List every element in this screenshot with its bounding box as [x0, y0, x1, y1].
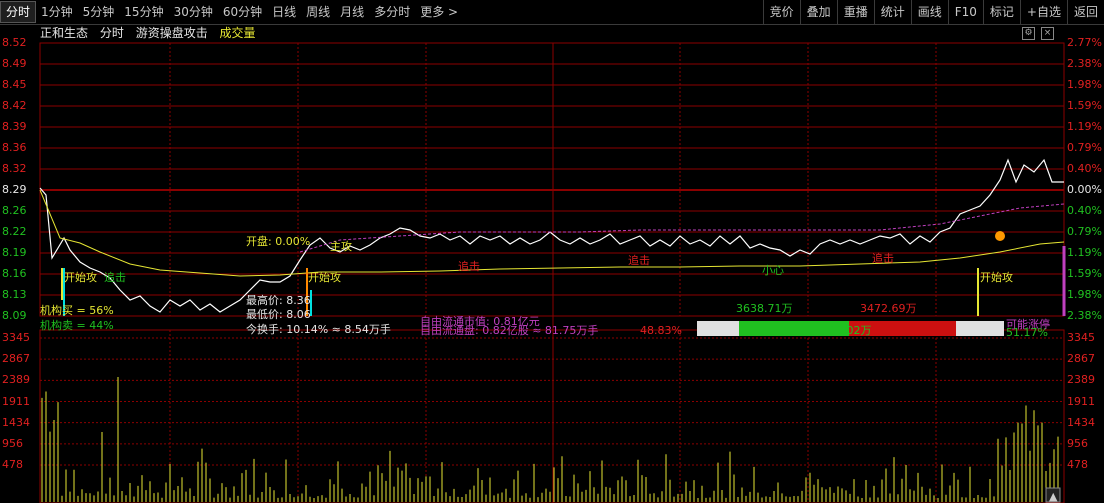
inst-sell-label: 机构卖 = 44% [40, 319, 114, 332]
chase-overlap-label: 追击 [104, 271, 126, 284]
right-tick-label: 1.59% [1067, 267, 1102, 280]
volume-tick-label: 3345 [2, 331, 30, 344]
left-tick-label: 8.29 [2, 183, 27, 196]
inst-buy-label: 机构买 = 56% [40, 304, 114, 317]
limit-pct-label: 51.17% [1006, 326, 1048, 339]
left-tick-label: 8.45 [2, 78, 27, 91]
low-label: 最低价: 8.06 [246, 308, 311, 321]
volume-tick-label: 1911 [2, 394, 30, 408]
volume-tick-label: 956 [2, 436, 23, 450]
buy-amount-label: 3638.71万 [736, 302, 793, 315]
sell-amount-label: 3472.69万 [860, 302, 917, 315]
volume-tick-label: 1911 [1067, 394, 1095, 408]
left-tick-label: 8.52 [2, 36, 27, 49]
volume-tick-label: 2389 [1067, 373, 1095, 387]
right-tick-label: 2.38% [1067, 57, 1102, 70]
left-tick-label: 8.49 [2, 57, 27, 70]
main-attack-label: 主攻 [330, 240, 352, 253]
free-float-label: 自由流通盘: 0.82亿股 ≈ 81.75万手 [420, 324, 599, 337]
left-tick-label: 8.13 [2, 288, 27, 301]
volume-tick-label: 2867 [1067, 352, 1095, 366]
right-tick-label: 1.98% [1067, 78, 1102, 91]
left-tick-label: 8.22 [2, 225, 27, 238]
volume-tick-label: 2867 [2, 352, 30, 366]
chase-label-3: 追击 [872, 252, 894, 265]
bar-segment-white [956, 321, 1004, 336]
volume-tick-label: 956 [1067, 436, 1088, 450]
volume-tick-label: 478 [2, 458, 23, 471]
start-attack-label-3: 开始攻 [980, 271, 1013, 284]
price-panel-border [39, 42, 1065, 317]
net-amount-label: -166.02万 [818, 324, 872, 337]
volume-tick-label: 1434 [2, 415, 30, 429]
chase-label-1: 追击 [458, 260, 480, 273]
right-tick-label: 2.77% [1067, 36, 1102, 49]
right-tick-label: 2.38% [1067, 309, 1102, 322]
right-tick-label: 0.40% [1067, 204, 1102, 217]
right-tick-label: 1.59% [1067, 99, 1102, 112]
left-tick-label: 8.42 [2, 99, 27, 112]
left-tick-label: 8.39 [2, 120, 27, 133]
open-label: 开盘: 0.00% [246, 235, 311, 248]
volume-tick-label: 478 [1067, 458, 1088, 471]
right-tick-label: 1.19% [1067, 120, 1102, 133]
volume-tick-label: 1434 [1067, 415, 1095, 429]
turnover-label: 今换手: 10.14% ≈ 8.54万手 [246, 323, 391, 336]
price-line [39, 158, 1064, 313]
bar-segment-white [697, 321, 739, 336]
right-tick-label: 0.79% [1067, 225, 1102, 238]
volume-tick-label: 2389 [2, 373, 30, 387]
right-tick-label: 0.79% [1067, 141, 1102, 154]
left-tick-label: 8.09 [2, 309, 27, 322]
chase-label-2: 追击 [628, 254, 650, 267]
volume-panel-border [39, 329, 1065, 503]
left-tick-label: 8.16 [2, 267, 27, 280]
volume-tick-label: 3345 [1067, 331, 1095, 344]
careful-label: 小心 [762, 264, 784, 277]
ratio-label: 48.83% [640, 324, 682, 337]
start-attack-label-1: 开始攻 [64, 271, 97, 284]
left-tick-label: 8.36 [2, 141, 27, 154]
left-tick-label: 8.19 [2, 246, 27, 259]
right-tick-label: 1.19% [1067, 246, 1102, 259]
right-tick-label: 1.98% [1067, 288, 1102, 301]
high-label: 最高价: 8.36 [246, 294, 311, 307]
scroll-arrow-icon: ▲ [1049, 490, 1058, 503]
chart-canvas[interactable]: ▲ [0, 0, 1104, 503]
left-tick-label: 8.26 [2, 204, 27, 217]
left-tick-label: 8.32 [2, 162, 27, 175]
right-tick-label: 0.40% [1067, 162, 1102, 175]
peach-icon [995, 231, 1005, 241]
start-attack-label-2: 开始攻 [308, 271, 341, 284]
right-tick-label: 0.00% [1067, 183, 1102, 196]
